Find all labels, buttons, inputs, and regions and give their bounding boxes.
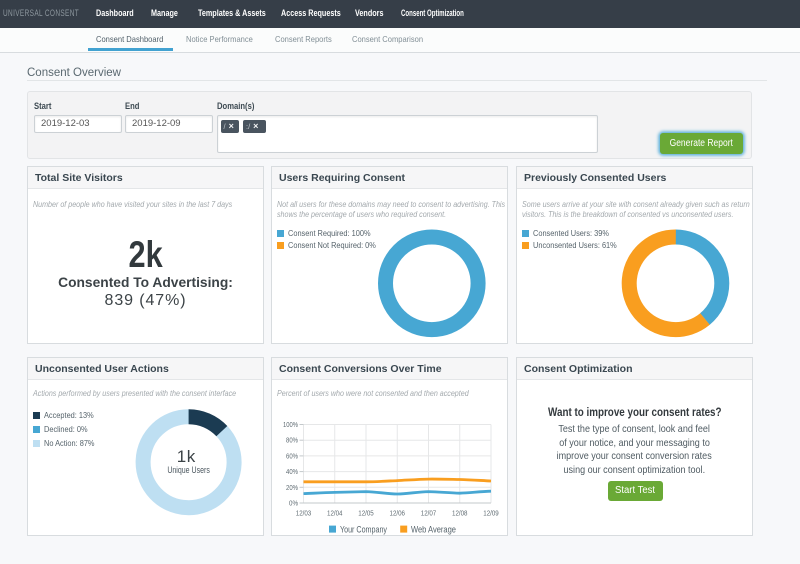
svg-text:Your Company: Your Company (340, 524, 387, 534)
svg-text:12/07: 12/07 (421, 509, 437, 518)
svg-text:0%: 0% (289, 499, 298, 508)
svg-text:12/06: 12/06 (390, 509, 406, 518)
svg-text:12/04: 12/04 (327, 509, 343, 518)
svg-text:40%: 40% (286, 467, 298, 476)
svg-text:12/05: 12/05 (358, 509, 374, 518)
svg-text:20%: 20% (286, 483, 298, 492)
svg-text:12/03: 12/03 (296, 509, 312, 518)
svg-text:100%: 100% (283, 420, 298, 429)
svg-text:Web Average: Web Average (411, 524, 456, 534)
svg-text:12/09: 12/09 (483, 509, 499, 518)
svg-text:1k: 1k (177, 447, 196, 466)
svg-text:Unique Users: Unique Users (167, 465, 210, 475)
svg-text:60%: 60% (286, 451, 298, 460)
svg-text:12/08: 12/08 (452, 509, 468, 518)
svg-text:80%: 80% (286, 436, 298, 445)
